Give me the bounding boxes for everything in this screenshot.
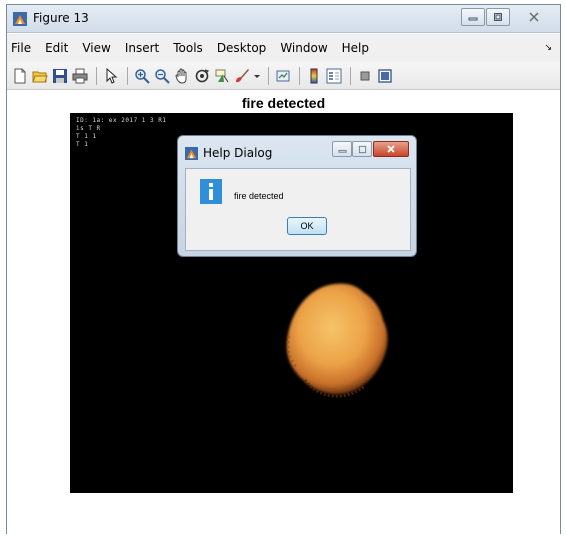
brush-button[interactable] [233,67,251,85]
minimize-icon [337,149,347,153]
dialog-close-button[interactable] [373,141,409,157]
pointer-icon [106,67,118,84]
pan-button[interactable] [173,67,191,85]
menu-bar: File Edit View Insert Tools Desktop Wind… [7,34,560,62]
colorbar-button[interactable] [305,67,323,85]
toolbar-separator [350,66,351,85]
menu-window[interactable]: Window [280,41,327,55]
open-file-icon [32,71,48,82]
matlab-icon [185,147,198,160]
rotate-3d-icon [195,68,210,82]
data-cursor-button[interactable] [213,67,231,85]
title-bar: Figure 13 [7,5,560,33]
toolbar-separator [127,66,128,85]
hide-plot-tools-icon [360,71,370,80]
figure-toolbar [7,62,560,90]
close-icon [387,145,395,153]
brush-dropdown-button[interactable] [253,67,261,85]
show-plot-tools-icon [378,68,392,83]
fire-region-image [286,283,388,398]
zoom-in-button[interactable] [133,67,151,85]
dialog-title: Help Dialog [203,146,273,160]
dialog-minimize-button[interactable] [332,141,352,157]
open-file-button[interactable] [31,67,49,85]
window-title: Figure 13 [33,11,89,25]
print-button[interactable] [71,67,89,85]
matlab-icon [13,12,27,26]
link-plot-icon [276,70,290,81]
zoom-out-icon [155,68,170,84]
image-overlay-text: T 1 [76,141,89,148]
toolbar-separator [299,66,300,85]
help-dialog: Help Dialog fire detected OK [177,135,417,257]
menu-desktop[interactable]: Desktop [217,41,267,55]
info-icon [200,179,222,204]
menu-help[interactable]: Help [342,41,369,55]
maximize-button[interactable] [486,8,510,26]
close-icon [529,12,539,22]
toolbar-separator [96,66,97,85]
toolbar-separator [268,66,269,85]
data-cursor-icon [215,69,229,82]
figure-window: Figure 13 File Edit View Insert Tools De… [6,4,561,534]
menu-insert[interactable]: Insert [125,41,159,55]
colorbar-icon [310,68,318,83]
menu-view[interactable]: View [82,41,110,55]
hide-plot-tools-button[interactable] [356,67,374,85]
dock-arrow-icon[interactable]: ↘ [544,42,552,53]
print-icon [72,68,88,83]
legend-icon [326,68,342,83]
link-plot-button[interactable] [274,67,292,85]
menu-tools[interactable]: Tools [173,41,203,55]
dialog-body: fire detected OK [185,168,411,251]
minimize-icon [468,17,478,21]
zoom-out-button[interactable] [153,67,171,85]
save-icon [53,68,67,83]
rotate-3d-button[interactable] [193,67,211,85]
zoom-in-icon [135,68,150,84]
maximize-icon [494,13,502,21]
new-figure-icon [14,68,26,83]
new-figure-button[interactable] [11,67,29,85]
window-controls [460,8,554,26]
maximize-icon [358,145,366,153]
brush-dropdown-icon [254,74,260,78]
minimize-button[interactable] [461,8,485,26]
dialog-message: fire detected [234,191,284,201]
image-overlay-text: ID: 1a: ex 2017 1 3 R1 [76,117,167,124]
image-overlay-text: is T R [76,125,101,132]
menu-file[interactable]: File [11,41,31,55]
show-plot-tools-button[interactable] [376,67,394,85]
plot-title: fire detected [241,95,326,111]
close-button[interactable] [514,8,554,26]
save-button[interactable] [51,67,69,85]
pan-icon [175,68,187,83]
legend-button[interactable] [325,67,343,85]
brush-icon [236,68,249,82]
menu-edit[interactable]: Edit [45,41,68,55]
dialog-maximize-button[interactable] [352,141,372,157]
ok-button[interactable]: OK [287,217,327,235]
pointer-button[interactable] [102,67,120,85]
image-overlay-text: T 1 1 [76,133,97,140]
dialog-window-controls [332,141,409,157]
